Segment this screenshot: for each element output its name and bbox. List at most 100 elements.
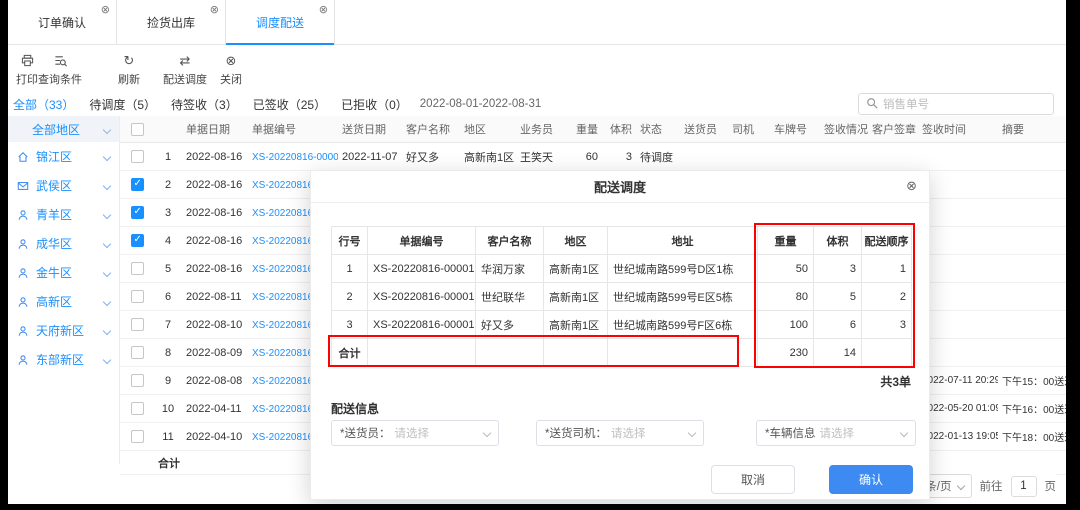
- row-checkbox[interactable]: [131, 234, 144, 247]
- driver-select[interactable]: *送货司机： 请选择: [536, 420, 704, 446]
- tab-1[interactable]: 订单确认⊗: [8, 0, 117, 44]
- person-icon: [17, 208, 30, 221]
- doc-number-link[interactable]: XS-20220816-: [252, 404, 317, 415]
- chevron-down-icon: [900, 429, 908, 437]
- doc-number-link[interactable]: XS-20220816-: [252, 208, 317, 219]
- row-checkbox[interactable]: [131, 150, 144, 163]
- row-checkbox[interactable]: [131, 346, 144, 359]
- row-checkbox[interactable]: [131, 318, 144, 331]
- row-checkbox[interactable]: [131, 402, 144, 415]
- doc-number-link[interactable]: XS-20220816-: [252, 348, 317, 359]
- row-checkbox[interactable]: [131, 290, 144, 303]
- region-label: 东部新区: [36, 351, 84, 368]
- cell-no: 7: [154, 319, 182, 331]
- deliverer-select[interactable]: *送货员： 请选择: [331, 420, 499, 446]
- modal-cell-no: 3: [332, 311, 368, 339]
- chevron-down-icon: [103, 181, 111, 189]
- filter-tab-3[interactable]: 待签收（3）: [171, 96, 238, 113]
- modal-total-no: 合计: [332, 339, 368, 367]
- deliverer-select-label: *送货员：: [340, 425, 390, 441]
- cell-salesperson: 王笑天: [516, 149, 558, 165]
- page-unit-label: 页: [1045, 478, 1057, 494]
- modal-total-region: [544, 339, 608, 367]
- modal-close-icon[interactable]: ⊗: [906, 178, 917, 194]
- col-header-sign_time: 签收时间: [918, 121, 998, 137]
- doc-number-link[interactable]: XS-20220816-: [252, 432, 317, 443]
- sidebar-all-regions[interactable]: 全部地区: [8, 116, 119, 142]
- order-count-label: 共3单: [331, 373, 911, 390]
- tab-3[interactable]: 调度配送 ⊗: [226, 0, 335, 44]
- close-tab-icon[interactable]: ⊗: [101, 3, 110, 16]
- cell-no: 8: [154, 347, 182, 359]
- toolbar-query-button[interactable]: 查询条件: [38, 53, 82, 87]
- cell-date: 2022-08-16: [182, 151, 248, 163]
- toolbar-label: 刷新: [118, 71, 140, 87]
- filter-tab-4[interactable]: 已签收（25）: [253, 96, 326, 113]
- search-input[interactable]: 销售单号: [858, 93, 1054, 115]
- cell-no: 10: [154, 403, 182, 415]
- tab-label: 调度配送: [256, 14, 304, 31]
- toolbar-close-button[interactable]: ⊗关闭: [220, 53, 242, 87]
- doc-number-link[interactable]: XS-20220816-: [252, 180, 317, 191]
- cell-region: 高新南1区: [460, 149, 516, 165]
- modal-cell-weight: 100: [758, 311, 814, 339]
- row-checkbox[interactable]: [131, 374, 144, 387]
- region-label: 青羊区: [36, 206, 72, 223]
- confirm-button[interactable]: 确认: [829, 465, 913, 494]
- row-checkbox[interactable]: [131, 430, 144, 443]
- row-checkbox[interactable]: [131, 206, 144, 219]
- chevron-down-icon: [103, 210, 111, 218]
- person-icon: [17, 295, 30, 308]
- col-header-sign_status: 签收情况: [820, 121, 868, 137]
- close-tab-icon[interactable]: ⊗: [210, 3, 219, 16]
- row-checkbox[interactable]: [131, 178, 144, 191]
- modal-cell-weight: 50: [758, 255, 814, 283]
- modal-cell-address: 世纪城南路599号E区5栋: [608, 283, 758, 311]
- cell-no: 9: [154, 375, 182, 387]
- doc-number-link[interactable]: XS-20220816-: [252, 376, 317, 387]
- dispatch-orders-table: 行号单据编号客户名称地区地址重量体积配送顺序1XS-20220816-00001…: [331, 226, 911, 367]
- doc-number-link[interactable]: XS-20220816-: [252, 320, 317, 331]
- sidebar-item-region-5[interactable]: 金牛区: [8, 258, 119, 287]
- sidebar-item-region-3[interactable]: 青羊区: [8, 200, 119, 229]
- modal-cell-doc: XS-20220816-000016: [368, 283, 476, 311]
- region-sidebar: 全部地区 锦江区武侯区青羊区成华区金牛区高新区天府新区东部新区: [8, 116, 120, 464]
- cancel-button[interactable]: 取消: [711, 465, 795, 494]
- col-header-summary: 摘要: [998, 121, 1066, 137]
- refresh-icon: ↻: [124, 53, 135, 68]
- modal-total-customer: [476, 339, 544, 367]
- close-tab-icon[interactable]: ⊗: [319, 3, 328, 16]
- chevron-down-icon: [103, 239, 111, 247]
- toolbar-dispatch-button[interactable]: ⇄配送调度: [163, 53, 207, 87]
- doc-number-link[interactable]: XS-20220816-: [252, 264, 317, 275]
- modal-total-volume: 14: [814, 339, 862, 367]
- toolbar-label: 配送调度: [163, 71, 207, 87]
- toolbar-print-button[interactable]: 打印: [16, 53, 38, 87]
- chevron-down-icon: [103, 268, 111, 276]
- sidebar-item-region-6[interactable]: 高新区: [8, 287, 119, 316]
- sidebar-item-region-7[interactable]: 天府新区: [8, 316, 119, 345]
- modal-cell-weight: 80: [758, 283, 814, 311]
- sidebar-item-region-4[interactable]: 成华区: [8, 229, 119, 258]
- toolbar-refresh-button[interactable]: ↻ 刷新: [118, 53, 140, 87]
- sidebar-item-region-8[interactable]: 东部新区: [8, 345, 119, 374]
- page-number-input[interactable]: 1: [1011, 476, 1037, 497]
- vehicle-select[interactable]: *车辆信息 请选择: [756, 420, 916, 446]
- modal-col-header-no: 行号: [332, 227, 368, 255]
- select-all-checkbox[interactable]: [131, 123, 144, 136]
- tab-2[interactable]: 捡货出库⊗: [117, 0, 226, 44]
- doc-number-link[interactable]: XS-20220816-000018: [252, 152, 338, 163]
- filter-tab-1[interactable]: 全部（33）: [13, 96, 74, 113]
- doc-number-link[interactable]: XS-20220816-: [252, 292, 317, 303]
- cell-date: 2022-08-10: [182, 319, 248, 331]
- row-checkbox[interactable]: [131, 262, 144, 275]
- modal-total-weight: 230: [758, 339, 814, 367]
- cell-no: 11: [154, 431, 182, 443]
- sidebar-item-region-1[interactable]: 锦江区: [8, 142, 119, 171]
- cell-no: 1: [154, 151, 182, 163]
- sidebar-item-region-2[interactable]: 武侯区: [8, 171, 119, 200]
- filter-tab-5[interactable]: 已拒收（0）: [341, 96, 408, 113]
- doc-number-link[interactable]: XS-20220816-: [252, 236, 317, 247]
- filter-tab-2[interactable]: 待调度（5）: [89, 96, 156, 113]
- modal-total-address: [608, 339, 758, 367]
